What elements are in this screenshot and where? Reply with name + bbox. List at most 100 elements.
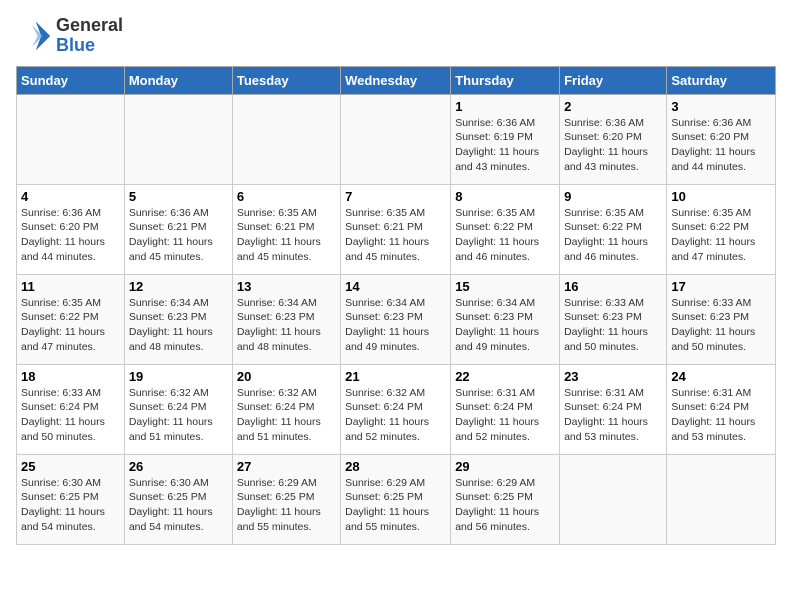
cell-info-text: Sunrise: 6:35 AM Sunset: 6:22 PM Dayligh… bbox=[564, 206, 662, 265]
calendar-cell bbox=[560, 454, 667, 544]
cell-info-text: Sunrise: 6:35 AM Sunset: 6:21 PM Dayligh… bbox=[345, 206, 446, 265]
week-row-3: 11 Sunrise: 6:35 AM Sunset: 6:22 PM Dayli… bbox=[17, 274, 776, 364]
cell-info-text: Sunrise: 6:35 AM Sunset: 6:22 PM Dayligh… bbox=[455, 206, 555, 265]
cell-date-number: 22 bbox=[455, 369, 555, 384]
page-header: General Blue bbox=[16, 16, 776, 56]
calendar-cell: 5 Sunrise: 6:36 AM Sunset: 6:21 PM Daylig… bbox=[124, 184, 232, 274]
cell-date-number: 19 bbox=[129, 369, 228, 384]
calendar-cell: 8 Sunrise: 6:35 AM Sunset: 6:22 PM Daylig… bbox=[451, 184, 560, 274]
cell-date-number: 8 bbox=[455, 189, 555, 204]
calendar-cell: 7 Sunrise: 6:35 AM Sunset: 6:21 PM Daylig… bbox=[341, 184, 451, 274]
calendar-cell: 10 Sunrise: 6:35 AM Sunset: 6:22 PM Dayli… bbox=[667, 184, 776, 274]
day-header-sunday: Sunday bbox=[17, 66, 125, 94]
calendar-cell bbox=[124, 94, 232, 184]
cell-info-text: Sunrise: 6:36 AM Sunset: 6:20 PM Dayligh… bbox=[21, 206, 120, 265]
cell-info-text: Sunrise: 6:35 AM Sunset: 6:22 PM Dayligh… bbox=[21, 296, 120, 355]
cell-date-number: 10 bbox=[671, 189, 771, 204]
cell-date-number: 29 bbox=[455, 459, 555, 474]
cell-info-text: Sunrise: 6:34 AM Sunset: 6:23 PM Dayligh… bbox=[345, 296, 446, 355]
calendar-cell: 16 Sunrise: 6:33 AM Sunset: 6:23 PM Dayli… bbox=[560, 274, 667, 364]
cell-info-text: Sunrise: 6:29 AM Sunset: 6:25 PM Dayligh… bbox=[345, 476, 446, 535]
cell-info-text: Sunrise: 6:35 AM Sunset: 6:21 PM Dayligh… bbox=[237, 206, 336, 265]
cell-info-text: Sunrise: 6:34 AM Sunset: 6:23 PM Dayligh… bbox=[237, 296, 336, 355]
calendar-cell: 3 Sunrise: 6:36 AM Sunset: 6:20 PM Daylig… bbox=[667, 94, 776, 184]
cell-date-number: 21 bbox=[345, 369, 446, 384]
cell-date-number: 28 bbox=[345, 459, 446, 474]
calendar-cell bbox=[341, 94, 451, 184]
logo-icon bbox=[16, 18, 52, 54]
calendar-cell: 23Sunrise: 6:31 AM Sunset: 6:24 PM Dayli… bbox=[560, 364, 667, 454]
cell-date-number: 2 bbox=[564, 99, 662, 114]
day-header-monday: Monday bbox=[124, 66, 232, 94]
cell-date-number: 17 bbox=[671, 279, 771, 294]
cell-date-number: 18 bbox=[21, 369, 120, 384]
cell-info-text: Sunrise: 6:35 AM Sunset: 6:22 PM Dayligh… bbox=[671, 206, 771, 265]
week-row-2: 4 Sunrise: 6:36 AM Sunset: 6:20 PM Daylig… bbox=[17, 184, 776, 274]
cell-date-number: 5 bbox=[129, 189, 228, 204]
cell-date-number: 4 bbox=[21, 189, 120, 204]
cell-info-text: Sunrise: 6:29 AM Sunset: 6:25 PM Dayligh… bbox=[237, 476, 336, 535]
day-header-tuesday: Tuesday bbox=[232, 66, 340, 94]
cell-date-number: 25 bbox=[21, 459, 120, 474]
calendar-cell: 13 Sunrise: 6:34 AM Sunset: 6:23 PM Dayli… bbox=[232, 274, 340, 364]
cell-info-text: Sunrise: 6:32 AM Sunset: 6:24 PM Dayligh… bbox=[237, 386, 336, 445]
cell-info-text: Sunrise: 6:32 AM Sunset: 6:24 PM Dayligh… bbox=[345, 386, 446, 445]
calendar-cell: 26 Sunrise: 6:30 AM Sunset: 6:25 PM Dayli… bbox=[124, 454, 232, 544]
cell-info-text: Sunrise: 6:33 AM Sunset: 6:23 PM Dayligh… bbox=[671, 296, 771, 355]
calendar-table: SundayMondayTuesdayWednesdayThursdayFrid… bbox=[16, 66, 776, 545]
cell-info-text: Sunrise: 6:34 AM Sunset: 6:23 PM Dayligh… bbox=[129, 296, 228, 355]
logo-text-line2: Blue bbox=[56, 36, 123, 56]
cell-info-text: Sunrise: 6:36 AM Sunset: 6:20 PM Dayligh… bbox=[671, 116, 771, 175]
calendar-cell: 29 Sunrise: 6:29 AM Sunset: 6:25 PM Dayli… bbox=[451, 454, 560, 544]
cell-info-text: Sunrise: 6:30 AM Sunset: 6:25 PM Dayligh… bbox=[129, 476, 228, 535]
cell-date-number: 11 bbox=[21, 279, 120, 294]
cell-date-number: 26 bbox=[129, 459, 228, 474]
calendar-header-row: SundayMondayTuesdayWednesdayThursdayFrid… bbox=[17, 66, 776, 94]
cell-info-text: Sunrise: 6:33 AM Sunset: 6:23 PM Dayligh… bbox=[564, 296, 662, 355]
cell-date-number: 16 bbox=[564, 279, 662, 294]
day-header-wednesday: Wednesday bbox=[341, 66, 451, 94]
calendar-cell: 25 Sunrise: 6:30 AM Sunset: 6:25 PM Dayli… bbox=[17, 454, 125, 544]
calendar-cell: 12 Sunrise: 6:34 AM Sunset: 6:23 PM Dayli… bbox=[124, 274, 232, 364]
cell-date-number: 13 bbox=[237, 279, 336, 294]
calendar-cell: 17 Sunrise: 6:33 AM Sunset: 6:23 PM Dayli… bbox=[667, 274, 776, 364]
logo: General Blue bbox=[16, 16, 123, 56]
cell-info-text: Sunrise: 6:36 AM Sunset: 6:20 PM Dayligh… bbox=[564, 116, 662, 175]
cell-info-text: Sunrise: 6:36 AM Sunset: 6:21 PM Dayligh… bbox=[129, 206, 228, 265]
calendar-cell bbox=[667, 454, 776, 544]
day-header-thursday: Thursday bbox=[451, 66, 560, 94]
cell-date-number: 9 bbox=[564, 189, 662, 204]
week-row-4: 18 Sunrise: 6:33 AM Sunset: 6:24 PM Dayli… bbox=[17, 364, 776, 454]
cell-date-number: 20 bbox=[237, 369, 336, 384]
cell-info-text: Sunrise: 6:31 AM Sunset: 6:24 PM Dayligh… bbox=[671, 386, 771, 445]
cell-date-number: 3 bbox=[671, 99, 771, 114]
calendar-cell: 22 Sunrise: 6:31 AM Sunset: 6:24 PM Dayli… bbox=[451, 364, 560, 454]
calendar-cell: 27 Sunrise: 6:29 AM Sunset: 6:25 PM Dayli… bbox=[232, 454, 340, 544]
cell-info-text: Sunrise: 6:31 AM Sunset: 6:24 PM Dayligh… bbox=[564, 386, 662, 445]
cell-info-text: Sunrise: 6:36 AM Sunset: 6:19 PM Dayligh… bbox=[455, 116, 555, 175]
cell-date-number: 6 bbox=[237, 189, 336, 204]
calendar-cell: 4 Sunrise: 6:36 AM Sunset: 6:20 PM Daylig… bbox=[17, 184, 125, 274]
calendar-cell: 2 Sunrise: 6:36 AM Sunset: 6:20 PM Daylig… bbox=[560, 94, 667, 184]
week-row-5: 25 Sunrise: 6:30 AM Sunset: 6:25 PM Dayli… bbox=[17, 454, 776, 544]
cell-info-text: Sunrise: 6:30 AM Sunset: 6:25 PM Dayligh… bbox=[21, 476, 120, 535]
calendar-cell: 14 Sunrise: 6:34 AM Sunset: 6:23 PM Dayli… bbox=[341, 274, 451, 364]
calendar-cell: 9 Sunrise: 6:35 AM Sunset: 6:22 PM Daylig… bbox=[560, 184, 667, 274]
cell-date-number: 27 bbox=[237, 459, 336, 474]
calendar-cell: 15Sunrise: 6:34 AM Sunset: 6:23 PM Dayli… bbox=[451, 274, 560, 364]
week-row-1: 1Sunrise: 6:36 AM Sunset: 6:19 PM Daylig… bbox=[17, 94, 776, 184]
calendar-cell bbox=[232, 94, 340, 184]
cell-date-number: 7 bbox=[345, 189, 446, 204]
calendar-cell: 20 Sunrise: 6:32 AM Sunset: 6:24 PM Dayli… bbox=[232, 364, 340, 454]
calendar-cell: 11 Sunrise: 6:35 AM Sunset: 6:22 PM Dayli… bbox=[17, 274, 125, 364]
day-header-saturday: Saturday bbox=[667, 66, 776, 94]
calendar-cell: 6 Sunrise: 6:35 AM Sunset: 6:21 PM Daylig… bbox=[232, 184, 340, 274]
logo-text-line1: General bbox=[56, 16, 123, 36]
cell-info-text: Sunrise: 6:31 AM Sunset: 6:24 PM Dayligh… bbox=[455, 386, 555, 445]
cell-info-text: Sunrise: 6:29 AM Sunset: 6:25 PM Dayligh… bbox=[455, 476, 555, 535]
cell-info-text: Sunrise: 6:33 AM Sunset: 6:24 PM Dayligh… bbox=[21, 386, 120, 445]
cell-date-number: 15 bbox=[455, 279, 555, 294]
cell-date-number: 12 bbox=[129, 279, 228, 294]
cell-date-number: 14 bbox=[345, 279, 446, 294]
day-header-friday: Friday bbox=[560, 66, 667, 94]
